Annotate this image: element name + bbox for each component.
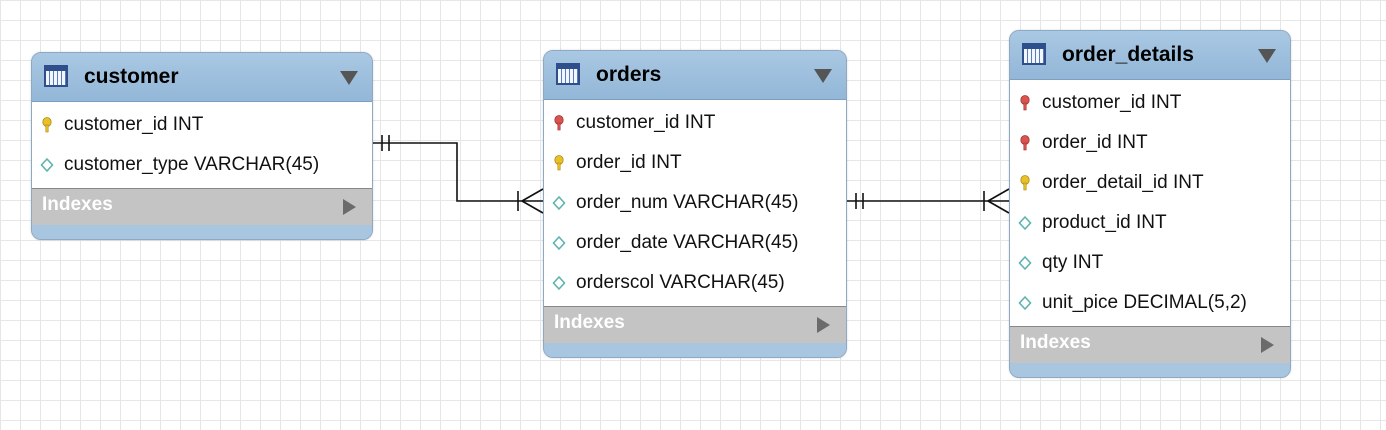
table-orders[interactable]: orders customer_id INT order_id INT orde… xyxy=(543,50,847,358)
table-header[interactable]: orders xyxy=(544,51,846,100)
column-label: customer_type VARCHAR(45) xyxy=(64,154,320,175)
relationship-orders-order-details[interactable] xyxy=(845,188,1010,214)
column-diamond-icon xyxy=(40,157,54,173)
column-label: qty INT xyxy=(1042,252,1104,273)
expand-arrow-icon[interactable] xyxy=(817,317,830,333)
column-label: order_id INT xyxy=(576,152,682,173)
indexes-label: Indexes xyxy=(554,312,625,333)
collapse-menu-icon[interactable] xyxy=(340,71,358,85)
relationship-customer-orders[interactable] xyxy=(371,135,544,214)
table-name: orders xyxy=(596,63,662,86)
column-row[interactable]: qty INT xyxy=(1010,243,1290,283)
indexes-section[interactable]: Indexes xyxy=(32,189,372,225)
column-label: order_num VARCHAR(45) xyxy=(576,192,799,213)
column-diamond-icon xyxy=(1018,295,1032,311)
table-name: customer xyxy=(84,65,179,88)
primary-key-icon xyxy=(554,155,564,171)
indexes-label: Indexes xyxy=(1020,332,1091,353)
primary-key-icon xyxy=(42,117,52,133)
collapse-menu-icon[interactable] xyxy=(814,69,832,83)
column-list: customer_id INT order_id INT order_num V… xyxy=(544,100,846,307)
indexes-label: Indexes xyxy=(42,194,113,215)
table-customer[interactable]: customer customer_id INT customer_type V… xyxy=(31,52,373,240)
column-diamond-icon xyxy=(1018,215,1032,231)
table-name: order_details xyxy=(1062,43,1194,66)
column-row[interactable]: order_detail_id INT xyxy=(1010,163,1290,203)
column-label: unit_pice DECIMAL(5,2) xyxy=(1042,292,1247,313)
indexes-section[interactable]: Indexes xyxy=(544,307,846,343)
column-row[interactable]: customer_id INT xyxy=(32,105,372,145)
column-row[interactable]: order_id INT xyxy=(1010,123,1290,163)
column-diamond-icon xyxy=(1018,255,1032,271)
table-footer xyxy=(32,225,372,239)
foreign-key-icon xyxy=(554,115,564,131)
expand-arrow-icon[interactable] xyxy=(343,199,356,215)
column-row[interactable]: order_num VARCHAR(45) xyxy=(544,183,846,223)
indexes-section[interactable]: Indexes xyxy=(1010,327,1290,363)
table-footer xyxy=(544,343,846,357)
column-diamond-icon xyxy=(552,275,566,291)
table-header[interactable]: order_details xyxy=(1010,31,1290,80)
table-icon xyxy=(1022,43,1046,65)
table-footer xyxy=(1010,363,1290,377)
column-label: order_id INT xyxy=(1042,132,1148,153)
table-header[interactable]: customer xyxy=(32,53,372,102)
column-label: orderscol VARCHAR(45) xyxy=(576,272,785,293)
column-row[interactable]: customer_id INT xyxy=(1010,83,1290,123)
column-list: customer_id INT customer_type VARCHAR(45… xyxy=(32,102,372,189)
column-row[interactable]: order_date VARCHAR(45) xyxy=(544,223,846,263)
column-row[interactable]: orderscol VARCHAR(45) xyxy=(544,263,846,303)
table-icon xyxy=(556,63,580,85)
column-label: product_id INT xyxy=(1042,212,1167,233)
column-label: order_detail_id INT xyxy=(1042,172,1204,193)
primary-key-icon xyxy=(1020,175,1030,191)
column-label: order_date VARCHAR(45) xyxy=(576,232,799,253)
foreign-key-icon xyxy=(1020,95,1030,111)
column-diamond-icon xyxy=(552,235,566,251)
column-row[interactable]: customer_type VARCHAR(45) xyxy=(32,145,372,185)
column-diamond-icon xyxy=(552,195,566,211)
column-row[interactable]: customer_id INT xyxy=(544,103,846,143)
column-row[interactable]: order_id INT xyxy=(544,143,846,183)
column-label: customer_id INT xyxy=(1042,92,1182,113)
table-order-details[interactable]: order_details customer_id INT order_id I… xyxy=(1009,30,1291,378)
foreign-key-icon xyxy=(1020,135,1030,151)
expand-arrow-icon[interactable] xyxy=(1261,337,1274,353)
column-row[interactable]: unit_pice DECIMAL(5,2) xyxy=(1010,283,1290,323)
collapse-menu-icon[interactable] xyxy=(1258,49,1276,63)
column-label: customer_id INT xyxy=(576,112,716,133)
column-list: customer_id INT order_id INT order_detai… xyxy=(1010,80,1290,327)
column-row[interactable]: product_id INT xyxy=(1010,203,1290,243)
column-label: customer_id INT xyxy=(64,114,204,135)
table-icon xyxy=(44,65,68,87)
